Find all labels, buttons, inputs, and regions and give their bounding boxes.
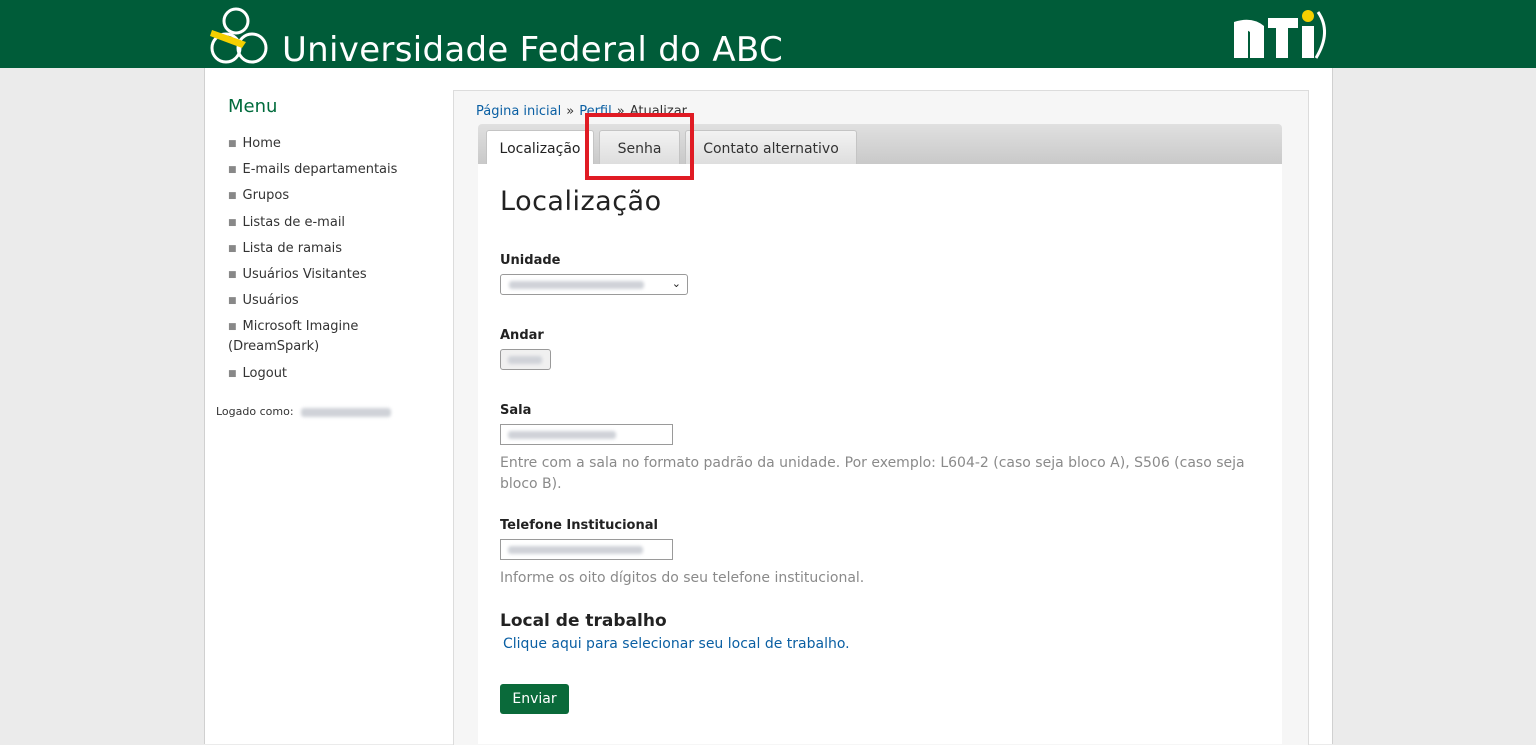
- form-title: Localização: [500, 186, 662, 217]
- logged-in-as: Logado como:: [216, 405, 392, 418]
- bullet-icon: ■: [228, 269, 237, 280]
- redacted-value: [508, 356, 542, 364]
- ufabc-emblem-icon: [210, 7, 268, 64]
- local-trabalho-heading: Local de trabalho: [500, 611, 667, 631]
- bullet-icon: ■: [228, 296, 237, 307]
- sidebar-item-label: Home: [242, 136, 281, 151]
- tab-contato-alternativo[interactable]: Contato alternativo: [685, 130, 857, 164]
- breadcrumb: Página inicial » Perfil » Atualizar: [476, 104, 687, 119]
- sidebar-item-usuarios[interactable]: ■ Usuários: [228, 291, 438, 311]
- bullet-icon: ■: [228, 165, 237, 176]
- sidebar-item-label: Listas de e-mail: [242, 214, 346, 230]
- sidebar-item-microsoft-imagine[interactable]: ■ Microsoft Imagine (DreamSpark): [228, 317, 438, 357]
- breadcrumb-separator: »: [566, 104, 575, 119]
- bullet-icon: ■: [228, 191, 237, 202]
- sala-input[interactable]: [500, 424, 673, 445]
- tab-localizacao[interactable]: Localização: [486, 130, 594, 165]
- redacted-value: [509, 281, 644, 289]
- telefone-input[interactable]: [500, 539, 673, 560]
- sidebar-item-lista-ramais[interactable]: ■ Lista de ramais: [228, 239, 438, 259]
- sidebar-item-home[interactable]: ■ Home: [228, 134, 438, 154]
- sidebar-item-emails-departamentais[interactable]: ■ E-mails departamentais: [228, 160, 438, 180]
- unidade-label: Unidade: [500, 253, 561, 268]
- breadcrumb-current: Atualizar: [629, 104, 688, 119]
- andar-input[interactable]: [500, 349, 551, 370]
- sidebar-item-label: Usuários: [242, 293, 299, 309]
- sidebar-item-label: E-mails departamentais: [242, 162, 398, 178]
- redacted-value: [508, 431, 616, 439]
- sidebar-item-label: Microsoft Imagine (DreamSpark): [228, 319, 359, 355]
- site-title: Universidade Federal do ABC: [282, 30, 783, 70]
- submit-button[interactable]: Enviar: [500, 684, 569, 714]
- nti-logo[interactable]: [1228, 4, 1334, 70]
- telefone-label: Telefone Institucional: [500, 518, 658, 533]
- andar-label: Andar: [500, 328, 544, 343]
- breadcrumb-home-link[interactable]: Página inicial: [476, 104, 561, 119]
- select-workplace-link[interactable]: Clique aqui para selecionar seu local de…: [503, 636, 850, 652]
- sala-label: Sala: [500, 403, 532, 418]
- unidade-select[interactable]: ⌄: [500, 274, 688, 295]
- menu-title: Menu: [228, 96, 278, 117]
- sidebar-item-label: Lista de ramais: [242, 240, 343, 256]
- bullet-icon: ■: [228, 368, 237, 379]
- bullet-icon: ■: [228, 322, 237, 333]
- sidebar-item-label: Logout: [242, 365, 288, 381]
- ufabc-logo[interactable]: Universidade Federal do ABC: [208, 2, 808, 70]
- tab-senha[interactable]: Senha: [599, 130, 680, 164]
- logged-label: Logado como:: [216, 405, 294, 418]
- sidebar-item-label: Usuários Visitantes: [242, 266, 367, 282]
- sala-help-text: Entre com a sala no formato padrão da un…: [500, 455, 1245, 492]
- telefone-help-text: Informe os oito dígitos do seu telefone …: [500, 570, 865, 586]
- redacted-username: [301, 407, 392, 417]
- sidebar-item-grupos[interactable]: ■ Grupos: [228, 186, 438, 206]
- chevron-down-icon: ⌄: [671, 277, 681, 290]
- sidebar-menu: ■ Home ■ E-mails departamentais ■ Grupos ■ L…: [228, 134, 438, 390]
- bullet-icon: ■: [228, 243, 237, 254]
- sidebar-item-label: Grupos: [242, 188, 290, 204]
- bullet-icon: ■: [228, 217, 237, 228]
- sidebar-item-usuarios-visitantes[interactable]: ■ Usuários Visitantes: [228, 265, 438, 285]
- redacted-value: [508, 546, 643, 554]
- bullet-icon: ■: [228, 139, 237, 149]
- sidebar-item-logout[interactable]: ■ Logout: [228, 364, 438, 384]
- breadcrumb-separator: »: [616, 104, 625, 119]
- nti-logo-icon: [1234, 10, 1326, 59]
- sidebar-item-listas-email[interactable]: ■ Listas de e-mail: [228, 213, 438, 233]
- breadcrumb-perfil-link[interactable]: Perfil: [579, 104, 612, 119]
